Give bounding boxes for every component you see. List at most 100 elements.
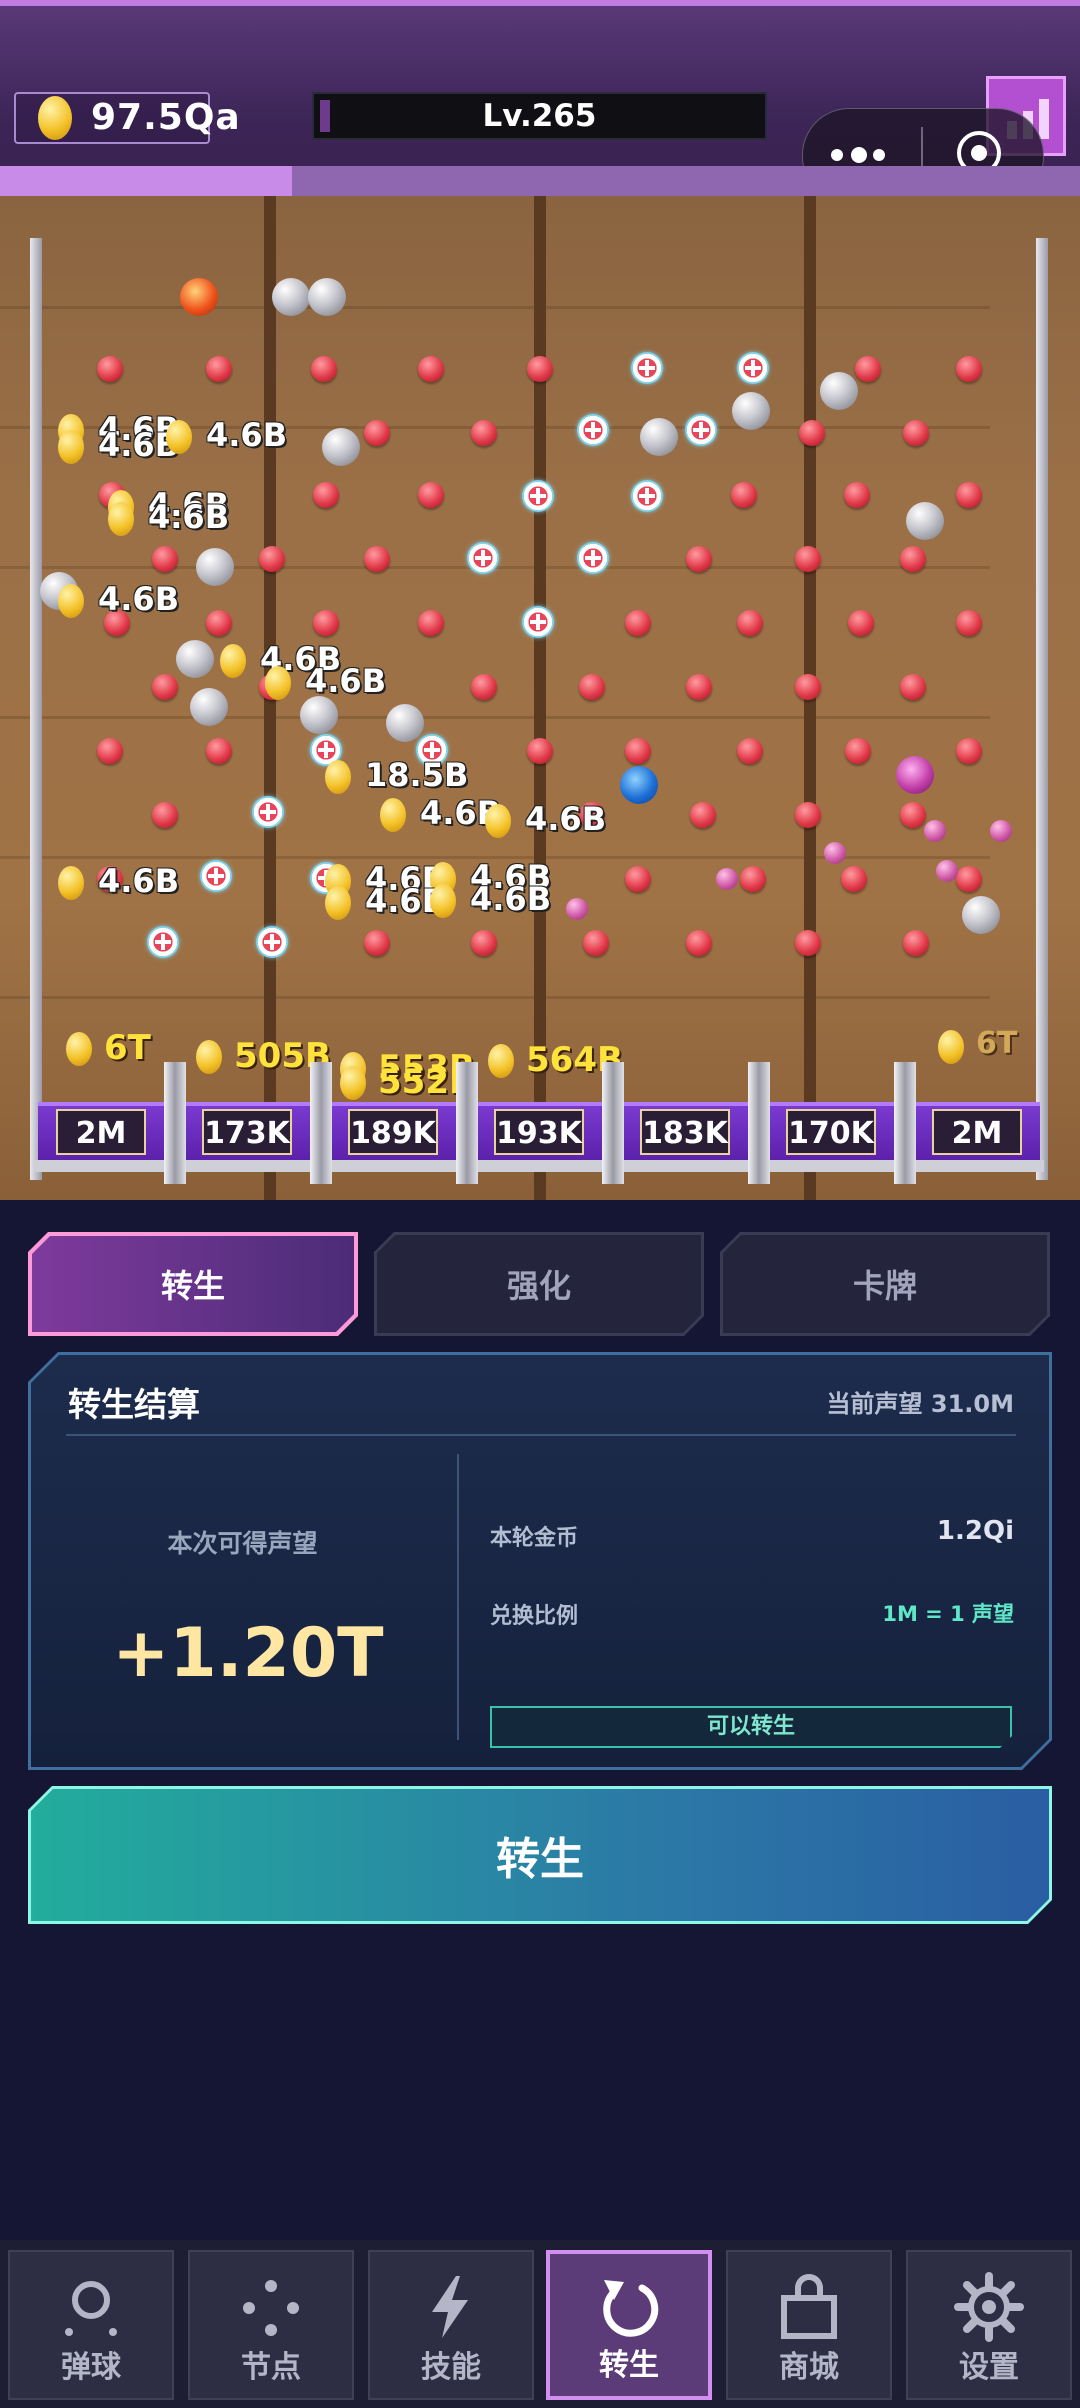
peg bbox=[471, 930, 497, 956]
bucket-multiplier: 183K bbox=[640, 1109, 730, 1155]
nav-settings[interactable]: 设置 bbox=[906, 2250, 1072, 2400]
silver-ball bbox=[176, 640, 214, 678]
rebirth-button[interactable]: 转生 bbox=[28, 1786, 1052, 1924]
bumper bbox=[467, 542, 499, 574]
bumper bbox=[737, 352, 769, 384]
peg bbox=[313, 482, 339, 508]
nav-shop[interactable]: 商城 bbox=[726, 2250, 892, 2400]
left-rail bbox=[30, 238, 42, 1180]
coin-icon bbox=[938, 1030, 964, 1064]
level-label: Lv.265 bbox=[482, 98, 597, 134]
peg bbox=[418, 482, 444, 508]
score-bucket: 189K bbox=[326, 1062, 460, 1172]
score-bucket: 173K bbox=[180, 1062, 314, 1172]
pink-particle bbox=[824, 842, 846, 864]
panel-title: 转生结算 bbox=[68, 1385, 200, 1424]
peg bbox=[364, 930, 390, 956]
wood-grain bbox=[0, 306, 990, 309]
pink-particle bbox=[924, 820, 946, 842]
tab-cards[interactable]: 卡牌 bbox=[720, 1232, 1050, 1336]
bucket-post bbox=[456, 1062, 478, 1184]
bumper bbox=[577, 542, 609, 574]
bumper bbox=[522, 480, 554, 512]
bucket-multiplier: 193K bbox=[494, 1109, 584, 1155]
bumper bbox=[200, 860, 232, 892]
current-prestige: 当前声望 31.0M bbox=[826, 1390, 1014, 1418]
bumper bbox=[631, 480, 663, 512]
score-bucket: 183K bbox=[618, 1062, 752, 1172]
peg bbox=[795, 674, 821, 700]
peg bbox=[579, 674, 605, 700]
bumper bbox=[577, 414, 609, 446]
bumper bbox=[252, 796, 284, 828]
peg bbox=[625, 610, 651, 636]
top-accent-line bbox=[0, 0, 1080, 6]
peg bbox=[903, 930, 929, 956]
bucket-post bbox=[602, 1062, 624, 1184]
floating-coin-label: 4.6B bbox=[525, 800, 607, 838]
tab-upgrade[interactable]: 强化 bbox=[374, 1232, 704, 1336]
round-coins-label: 本轮金币 bbox=[490, 1526, 579, 1551]
bottom-nav: 弹球 节点 技能 转生 商城 设置 bbox=[0, 2240, 1080, 2408]
fire-ball bbox=[180, 278, 218, 316]
nav-skills[interactable]: 技能 bbox=[368, 2250, 534, 2400]
coin-icon bbox=[166, 420, 192, 454]
floating-coin-label: 18.5B bbox=[365, 756, 469, 794]
floating-coin-label: 4.6B bbox=[98, 580, 180, 618]
peg bbox=[956, 610, 982, 636]
floating-coin-label: 4.6B bbox=[98, 862, 180, 900]
silver-ball bbox=[640, 418, 678, 456]
peg bbox=[313, 610, 339, 636]
pink-particle bbox=[716, 868, 738, 890]
coin-icon bbox=[66, 1032, 92, 1066]
peg bbox=[900, 802, 926, 828]
tab-rebirth[interactable]: 转生 bbox=[28, 1232, 358, 1336]
nav-pinball[interactable]: 弹球 bbox=[8, 2250, 174, 2400]
coin-counter: 97.5Qa bbox=[14, 92, 240, 144]
peg bbox=[686, 546, 712, 572]
peg bbox=[848, 610, 874, 636]
bucket-multiplier: 189K bbox=[348, 1109, 438, 1155]
peg bbox=[686, 930, 712, 956]
bucket-multiplier: 2M bbox=[932, 1109, 1022, 1155]
more-dots-icon[interactable] bbox=[831, 145, 891, 167]
peg bbox=[900, 674, 926, 700]
bumper bbox=[685, 414, 717, 446]
xp-progress-fill bbox=[0, 166, 292, 196]
bucket-multiplier: 2M bbox=[56, 1109, 146, 1155]
peg bbox=[625, 866, 651, 892]
lightning-icon bbox=[432, 2276, 468, 2338]
coin-icon bbox=[485, 804, 511, 838]
rebirth-summary-panel: 转生结算 当前声望 31.0M 本次可得声望 +1.20T 本轮金币 1.2Qi… bbox=[28, 1352, 1052, 1770]
magic-ball bbox=[896, 756, 934, 794]
nav-nodes[interactable]: 节点 bbox=[188, 2250, 354, 2400]
peg bbox=[152, 546, 178, 572]
ratio-label: 兑换比例 bbox=[490, 1604, 579, 1629]
peg bbox=[471, 420, 497, 446]
silver-ball bbox=[308, 278, 346, 316]
peg bbox=[97, 356, 123, 382]
peg bbox=[900, 546, 926, 572]
nav-rebirth[interactable]: 转生 bbox=[546, 2250, 712, 2400]
floating-coin-label: 4.6B bbox=[148, 498, 230, 536]
silver-ball bbox=[300, 696, 338, 734]
silver-ball bbox=[962, 896, 1000, 934]
coin-icon bbox=[325, 760, 351, 794]
coin-icon bbox=[38, 96, 72, 140]
rebirth-button-label: 转生 bbox=[31, 1789, 1049, 1921]
shop-bag-icon bbox=[781, 2274, 837, 2339]
peg bbox=[97, 738, 123, 764]
coin-icon bbox=[380, 798, 406, 832]
peg bbox=[527, 738, 553, 764]
score-bucket: 170K bbox=[764, 1062, 898, 1172]
peg bbox=[418, 610, 444, 636]
pinball-board[interactable]: 4.6B 4.6B 4.6B 4.6B 4.6B 4.6B 4.6B 4.6B 18.5B 4.6… bbox=[0, 196, 1080, 1200]
bucket-multiplier: 173K bbox=[202, 1109, 292, 1155]
peg bbox=[418, 356, 444, 382]
right-rail bbox=[1036, 238, 1048, 1180]
coin-value: 97.5Qa bbox=[91, 97, 241, 138]
peg bbox=[740, 866, 766, 892]
bumper bbox=[631, 352, 663, 384]
pink-particle bbox=[936, 860, 958, 882]
peg bbox=[206, 356, 232, 382]
